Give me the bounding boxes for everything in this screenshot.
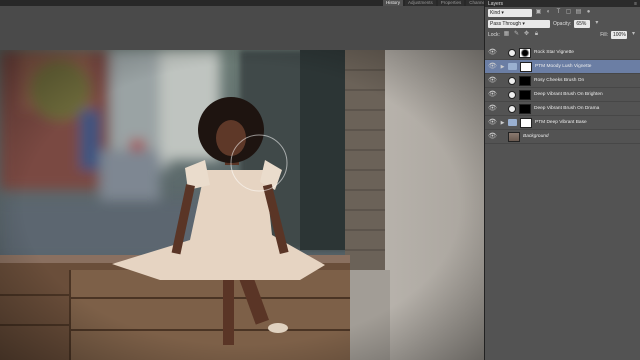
lock-label: Lock: [488, 31, 500, 38]
layer-name[interactable]: Deep Vibrant Brush On Drama [534, 106, 599, 111]
lock-all-icon[interactable]: 🔒︎ [533, 31, 540, 38]
layer-name[interactable]: Deep Vibrant Brush On Brighten [534, 92, 603, 97]
layer-name[interactable]: PTM Deep Vibrant Base [535, 120, 587, 125]
layer-filter-row: Kind ▾ ▣ ◐ T ▢ ▤ ● [485, 7, 640, 18]
layer-mask-thumbnail[interactable] [520, 117, 532, 128]
expand-group-arrow-icon[interactable]: ▶ [500, 120, 505, 126]
lock-position-icon[interactable]: ✥ [523, 31, 530, 38]
layer-name[interactable]: Background [523, 134, 549, 139]
type-filter-icon[interactable]: T [555, 9, 562, 16]
layer-mask-thumbnail[interactable] [519, 103, 531, 114]
fill-input[interactable]: 100% [611, 30, 627, 39]
adjustment-filter-icon[interactable]: ◐ [545, 9, 552, 16]
visibility-eye-icon[interactable]: 👁︎ [488, 118, 497, 127]
layers-list: 👁︎ Rock Star Vignette 👁︎ ▶ PTM Moody Lus… [485, 46, 640, 144]
photo-canvas[interactable] [0, 50, 484, 360]
layer-row-selected[interactable]: 👁︎ ▶ PTM Moody Lush Vignette [485, 60, 640, 74]
shape-filter-icon[interactable]: ▢ [565, 9, 572, 16]
layer-mask-thumbnail[interactable] [519, 47, 531, 58]
layers-panel-header: Layers ≡ [485, 0, 640, 7]
panel-menu-icon[interactable]: ≡ [634, 1, 637, 7]
group-folder-icon [508, 119, 517, 126]
smart-object-filter-icon[interactable]: ▤ [575, 9, 582, 16]
filter-kind-select[interactable]: Kind ▾ [488, 8, 532, 17]
visibility-eye-icon[interactable]: 👁︎ [488, 104, 497, 113]
layer-name[interactable]: PTM Moody Lush Vignette [535, 64, 591, 69]
photo-image [0, 50, 484, 360]
layer-row[interactable]: 👁︎ Rosy Cheeks Brush On [485, 74, 640, 88]
opacity-dropdown-icon[interactable]: ▾ [593, 20, 600, 27]
visibility-eye-icon[interactable]: 👁︎ [488, 90, 497, 99]
layer-name[interactable]: Rosy Cheeks Brush On [534, 78, 584, 83]
adjustment-layer-icon [508, 104, 516, 113]
layers-panel: Layers ≡ Kind ▾ ▣ ◐ T ▢ ▤ ● Pass Through… [484, 0, 640, 360]
layers-panel-title[interactable]: Layers [488, 1, 503, 7]
pixel-filter-icon[interactable]: ▣ [535, 9, 542, 16]
opacity-input[interactable]: 65% [574, 19, 591, 28]
group-folder-icon [508, 63, 517, 70]
layer-name[interactable]: Rock Star Vignette [534, 50, 574, 55]
layer-mask-thumbnail[interactable] [519, 75, 531, 86]
fill-label: Fill: [600, 31, 608, 38]
visibility-eye-icon[interactable]: 👁︎ [488, 132, 497, 141]
adjustment-layer-icon [508, 76, 516, 85]
lock-pixels-icon[interactable]: ✎ [513, 31, 520, 38]
fill-dropdown-icon[interactable]: ▾ [630, 31, 637, 38]
visibility-eye-icon[interactable]: 👁︎ [488, 62, 497, 71]
layer-row[interactable]: 👁︎ Deep Vibrant Brush On Drama [485, 102, 640, 116]
visibility-eye-icon[interactable]: 👁︎ [488, 48, 497, 57]
opacity-label: Opacity: [553, 20, 572, 27]
blend-row: Pass Through ▾ Opacity: 65% ▾ [485, 18, 640, 29]
filter-kind-value: Kind [490, 9, 501, 16]
document-header-area [0, 6, 484, 50]
layer-row[interactable]: 👁︎ Rock Star Vignette [485, 46, 640, 60]
adjustment-layer-icon [508, 48, 516, 57]
layer-thumbnail[interactable] [508, 131, 520, 142]
layer-mask-thumbnail[interactable] [519, 89, 531, 100]
adjustment-layer-icon [508, 90, 516, 99]
blend-mode-value: Pass Through [490, 20, 522, 27]
expand-group-arrow-icon[interactable]: ▶ [500, 64, 505, 70]
layer-row-background[interactable]: 👁︎ Background [485, 130, 640, 144]
blend-mode-select[interactable]: Pass Through ▾ [488, 19, 550, 28]
lock-row: Lock: ▦ ✎ ✥ 🔒︎ Fill: 100% ▾ [485, 29, 640, 40]
lock-transparency-icon[interactable]: ▦ [503, 31, 510, 38]
layer-mask-thumbnail[interactable] [520, 61, 532, 72]
filter-toggle-icon[interactable]: ● [585, 9, 592, 16]
visibility-eye-icon[interactable]: 👁︎ [488, 76, 497, 85]
layer-row[interactable]: 👁︎ Deep Vibrant Brush On Brighten [485, 88, 640, 102]
layer-row[interactable]: 👁︎ ▶ PTM Deep Vibrant Base [485, 116, 640, 130]
